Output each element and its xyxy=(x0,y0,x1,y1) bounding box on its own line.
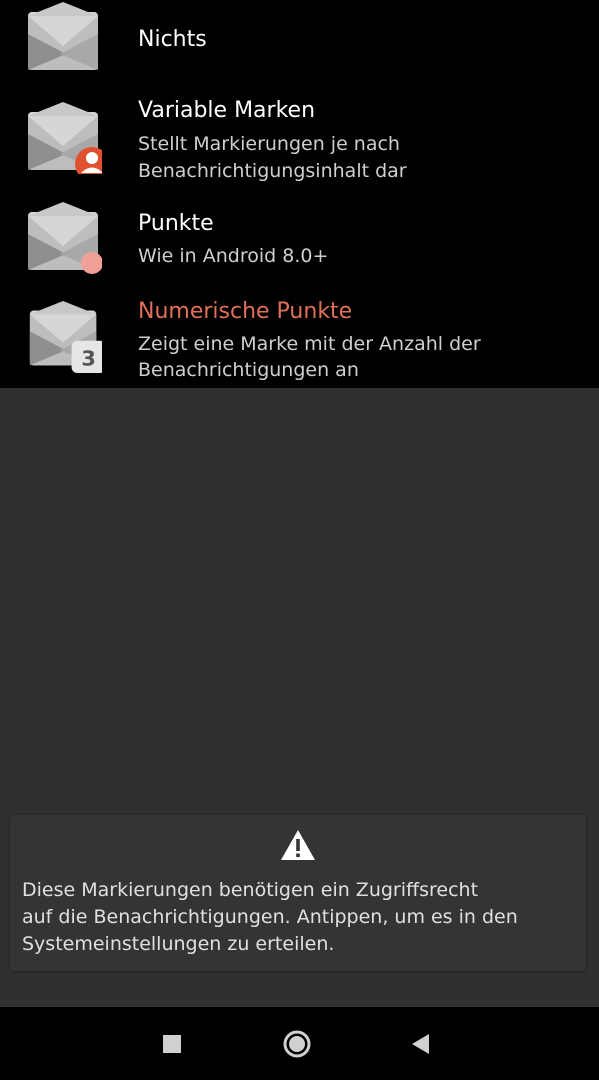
navigation-bar xyxy=(0,1007,599,1080)
notice-line1: Diese Markierungen benötigen ein Zugriff… xyxy=(22,879,479,901)
notice-line3: Systemeinstellungen zu erteilen. xyxy=(22,933,335,955)
option-subtitle-line2: Benachrichtigungsinhalt dar xyxy=(138,160,407,182)
notice-text: Diese Markierungen benötigen ein Zugriff… xyxy=(22,877,577,958)
option-title: Punkte xyxy=(138,211,214,236)
warning-icon xyxy=(281,830,315,860)
screen: Nichts Variable Marken Stellt Markierung… xyxy=(0,0,599,1080)
option-nichts[interactable]: Nichts xyxy=(0,0,599,86)
permission-notice-card[interactable]: Diese Markierungen benötigen ein Zugriff… xyxy=(10,815,586,971)
option-punkte[interactable]: Punkte Wie in Android 8.0+ xyxy=(0,190,599,286)
recents-square-icon[interactable] xyxy=(155,1027,189,1061)
option-subtitle-line1: Stellt Markierungen je nach xyxy=(138,133,400,155)
option-numerische-punkte[interactable]: 3 Numerische Punkte Zeigt eine Marke mit… xyxy=(0,286,599,388)
option-subtitle-line2: Benachrichtigungen an xyxy=(138,359,359,381)
mail-person-badge-icon xyxy=(28,102,102,174)
option-title: Numerische Punkte xyxy=(138,299,353,324)
mail-icon xyxy=(28,2,98,70)
option-subtitle-line1: Zeigt eine Marke mit der Anzahl der xyxy=(138,333,481,355)
option-title: Nichts xyxy=(138,27,207,52)
option-variable-marken[interactable]: Variable Marken Stellt Markierungen je n… xyxy=(0,86,599,190)
badge-style-list: Nichts Variable Marken Stellt Markierung… xyxy=(0,0,599,388)
mail-number-badge-icon: 3 xyxy=(29,301,102,373)
back-triangle-icon[interactable] xyxy=(404,1027,438,1061)
mail-dot-badge-icon xyxy=(28,202,102,274)
option-subtitle-line1: Wie in Android 8.0+ xyxy=(138,245,329,267)
badge-number: 3 xyxy=(81,346,96,370)
home-circle-icon[interactable] xyxy=(280,1027,314,1061)
notice-line2: auf die Benachrichtigungen. Antippen, um… xyxy=(22,906,518,928)
option-title: Variable Marken xyxy=(138,98,316,123)
